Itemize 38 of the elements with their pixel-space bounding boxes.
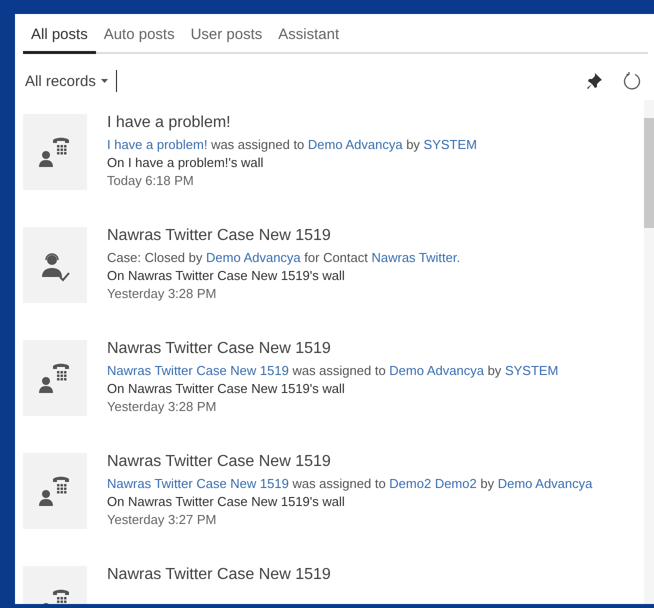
record-link[interactable]: Nawras Twitter Case New 1519 bbox=[107, 476, 289, 491]
post-message: Case: Closed by Demo Advancya for Contact Nawras Twitter. bbox=[107, 250, 460, 265]
post-time: Yesterday 3:28 PM bbox=[107, 399, 218, 414]
post-time: Yesterday 3:28 PM bbox=[107, 286, 218, 301]
post-title: Nawras Twitter Case New 1519 bbox=[107, 566, 331, 584]
wall-label: On Nawras Twitter Case New 1519's wall bbox=[107, 381, 346, 396]
post-message: I have a problem! was assigned to Demo Advancya by SYSTEM bbox=[107, 137, 478, 152]
record-link[interactable]: Demo Advancya bbox=[206, 250, 301, 265]
tab[interactable]: Auto posts bbox=[96, 24, 183, 54]
records-dropdown[interactable]: All records bbox=[25, 72, 108, 90]
post-title: I have a problem! bbox=[107, 114, 232, 132]
record-link[interactable]: Demo Advancya bbox=[498, 476, 592, 491]
record-link[interactable]: SYSTEM bbox=[424, 137, 478, 152]
wall-label: On Nawras Twitter Case New 1519's wall bbox=[107, 268, 346, 283]
post-title: Nawras Twitter Case New 1519 bbox=[107, 227, 332, 245]
refresh-icon[interactable] bbox=[622, 71, 642, 91]
scrollbar[interactable] bbox=[644, 100, 654, 604]
tab[interactable]: All posts bbox=[23, 24, 96, 54]
tab[interactable]: Assistant bbox=[270, 24, 348, 54]
record-link[interactable]: SYSTEM bbox=[504, 363, 558, 378]
scroll-thumb[interactable] bbox=[644, 118, 654, 228]
post-message: Nawras Twitter Case New 1519 was assigned to Demo2 Demo2 by Demo Advancya bbox=[107, 476, 592, 491]
post-time: Today 6:18 PM bbox=[107, 173, 195, 188]
record-link[interactable]: I have a problem! bbox=[107, 137, 208, 152]
record-link[interactable]: Nawras Twitter Case New 1519 bbox=[107, 363, 289, 378]
text-cursor bbox=[116, 70, 117, 92]
caret-icon bbox=[100, 79, 108, 83]
post-title: Nawras Twitter Case New 1519 bbox=[107, 340, 332, 358]
record-link[interactable]: Demo Advancya bbox=[389, 363, 484, 378]
wall-label: On I have a problem!'s wall bbox=[107, 155, 264, 170]
tab[interactable]: User posts bbox=[182, 24, 270, 54]
wall-label: On Nawras Twitter Case New 1519's wall bbox=[107, 494, 346, 509]
post-title: Nawras Twitter Case New 1519 bbox=[107, 453, 332, 471]
post-message: Nawras Twitter Case New 1519 was assigned to Demo Advancya by SYSTEM bbox=[107, 363, 558, 378]
record-link[interactable]: Nawras Twitter. bbox=[371, 250, 460, 265]
record-link[interactable]: Demo Advancya bbox=[308, 137, 403, 152]
post-time: Yesterday 3:27 PM bbox=[107, 512, 218, 527]
record-link[interactable]: Demo2 Demo2 bbox=[389, 476, 477, 491]
